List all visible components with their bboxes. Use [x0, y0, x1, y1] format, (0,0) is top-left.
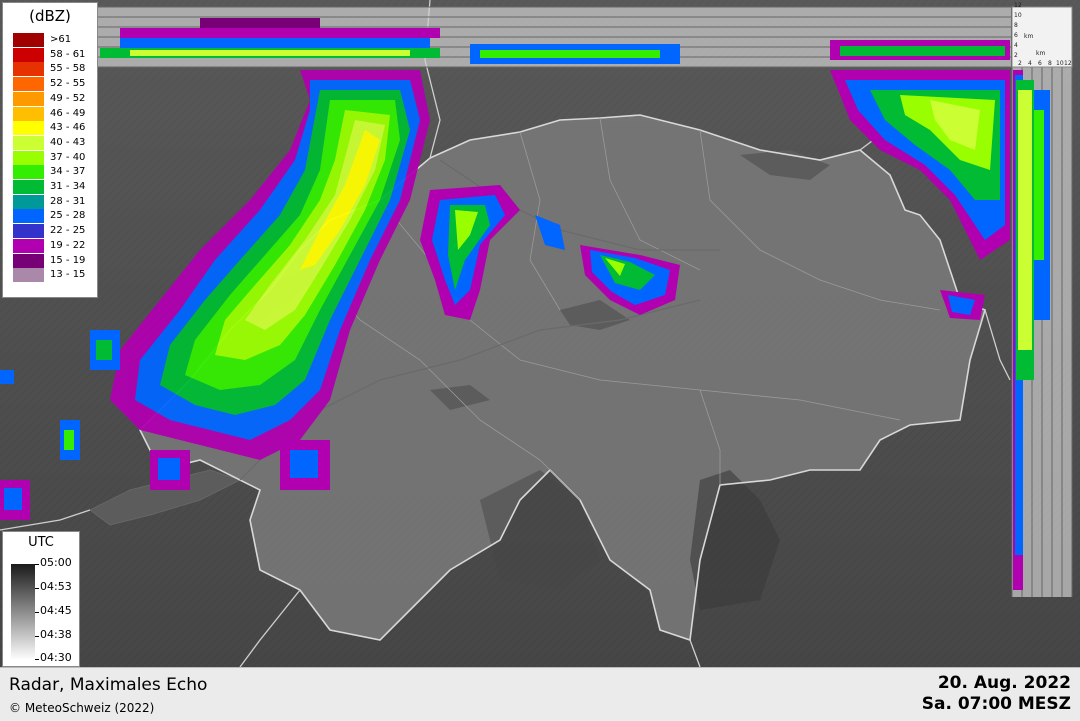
local-time-label: Sa. 07:00 MESZ — [921, 694, 1071, 714]
dbz-color-swatch — [13, 180, 44, 195]
cross-section-right — [1011, 67, 1073, 597]
dbz-range-label: 43 - 46 — [50, 122, 86, 134]
dbz-legend-row: 43 - 46 — [13, 121, 95, 137]
dbz-range-label: 55 - 58 — [50, 63, 86, 75]
height-tick: 8 — [1014, 22, 1018, 29]
dbz-legend-row: 13 - 15 — [13, 268, 95, 284]
dbz-legend: (dBZ) >61 58 - 61 55 - 58 52 - 55 49 - 52 46 … — [2, 2, 98, 298]
dbz-color-swatch — [13, 106, 44, 122]
copyright-notice: © MeteoSchweiz (2022) — [9, 701, 155, 715]
dbz-legend-row: 28 - 31 — [13, 194, 95, 210]
dbz-color-swatch — [13, 33, 44, 48]
dbz-legend-row: 22 - 25 — [13, 224, 95, 240]
utc-legend: UTC 05:00 04:53 04:45 04:38 04:30 — [2, 531, 80, 667]
utc-label: 04:38 — [40, 628, 72, 641]
height-unit-label: km — [1024, 33, 1034, 40]
dbz-color-swatch — [13, 91, 44, 107]
dbz-range-label: >61 — [50, 34, 72, 45]
dbz-color-swatch — [13, 238, 44, 254]
height-tick: 2 — [1014, 52, 1018, 59]
dbz-range-label: 31 - 34 — [50, 181, 86, 192]
dbz-color-swatch — [13, 135, 44, 151]
dbz-range-label: 25 - 28 — [50, 210, 86, 222]
height-tick: 10 — [1014, 12, 1022, 19]
distance-tick: 10 — [1056, 60, 1064, 67]
cross-section-top — [97, 6, 1011, 68]
dbz-legend-row: 46 - 49 — [13, 106, 95, 122]
dbz-color-swatch — [13, 209, 44, 225]
dbz-range-label: 19 - 22 — [50, 239, 86, 251]
product-title: Radar, Maximales Echo — [9, 675, 208, 695]
dbz-color-swatch — [13, 150, 44, 166]
footer-bar: Radar, Maximales Echo © MeteoSchweiz (20… — [0, 667, 1080, 721]
utc-label: 04:53 — [40, 580, 72, 593]
utc-label: 04:30 — [40, 651, 72, 664]
height-tick: 6 — [1014, 32, 1018, 39]
distance-tick: 6 — [1038, 60, 1042, 67]
dbz-legend-row: 25 - 28 — [13, 209, 95, 225]
dbz-legend-row: 34 - 37 — [13, 165, 95, 181]
dbz-legend-row: >61 — [13, 33, 95, 48]
dbz-range-label: 40 - 43 — [50, 136, 86, 148]
dbz-legend-row: 52 - 55 — [13, 77, 95, 93]
dbz-range-label: 13 - 15 — [50, 269, 86, 281]
utc-label: 04:45 — [40, 604, 72, 617]
radar-map — [0, 0, 1080, 667]
dbz-range-label: 15 - 19 — [50, 254, 86, 266]
distance-unit-label: km — [1036, 50, 1046, 57]
distance-tick: 8 — [1048, 60, 1052, 67]
dbz-color-swatch — [13, 62, 44, 78]
distance-tick: 4 — [1028, 60, 1032, 67]
utc-label: 05:00 — [40, 556, 72, 569]
height-tick: 12 — [1014, 2, 1022, 9]
dbz-legend-row: 49 - 52 — [13, 91, 95, 107]
dbz-range-label: 22 - 25 — [50, 225, 86, 237]
dbz-legend-row: 31 - 34 — [13, 180, 95, 195]
dbz-legend-row: 40 - 43 — [13, 135, 95, 151]
dbz-legend-title: (dBZ) — [29, 7, 71, 25]
distance-tick: 2 — [1018, 60, 1022, 67]
dbz-legend-row: 58 - 61 — [13, 47, 95, 63]
dbz-range-label: 34 - 37 — [50, 166, 86, 178]
dbz-legend-row: 37 - 40 — [13, 150, 95, 166]
dbz-range-label: 49 - 52 — [50, 92, 86, 104]
utc-legend-title: UTC — [28, 535, 54, 550]
dbz-color-swatch — [13, 121, 44, 137]
height-tick: 4 — [1014, 42, 1018, 49]
dbz-color-swatch — [13, 224, 44, 240]
dbz-range-label: 46 - 49 — [50, 107, 86, 119]
date-label: 20. Aug. 2022 — [937, 673, 1071, 693]
dbz-range-label: 58 - 61 — [50, 48, 86, 60]
dbz-range-label: 28 - 31 — [50, 195, 86, 207]
dbz-color-swatch — [13, 194, 44, 210]
dbz-range-label: 37 - 40 — [50, 151, 86, 163]
distance-tick: 12 — [1064, 60, 1072, 67]
dbz-color-swatch — [13, 253, 44, 269]
dbz-color-swatch — [13, 47, 44, 63]
dbz-legend-row: 55 - 58 — [13, 62, 95, 78]
dbz-color-swatch — [13, 268, 44, 284]
dbz-legend-row: 15 - 19 — [13, 253, 95, 269]
dbz-color-swatch — [13, 165, 44, 181]
dbz-legend-row: 19 - 22 — [13, 238, 95, 254]
dbz-color-swatch — [13, 77, 44, 93]
utc-gradient-bar — [11, 564, 35, 660]
dbz-range-label: 52 - 55 — [50, 78, 86, 90]
